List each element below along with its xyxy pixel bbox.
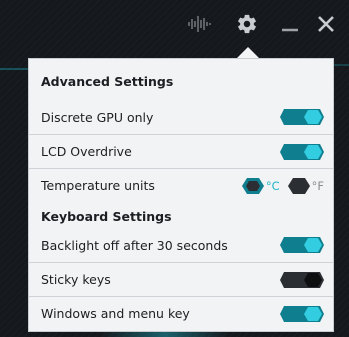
celsius-option[interactable]: °C [241, 177, 280, 194]
title-bar [0, 0, 349, 50]
windows-menu-key-toggle[interactable] [280, 305, 324, 322]
equalizer-icon[interactable] [185, 10, 213, 38]
lcd-overdrive-toggle[interactable] [280, 143, 324, 160]
advanced-settings-heading: Advanced Settings [41, 74, 174, 89]
backlight-off-row: Backlight off after 30 seconds [29, 228, 333, 262]
minimize-icon[interactable] [276, 10, 304, 38]
sticky-keys-row: Sticky keys [29, 262, 333, 296]
background-accent [0, 68, 30, 70]
row-label: LCD Overdrive [41, 144, 132, 159]
radio-unselected-icon [287, 177, 310, 194]
fahrenheit-option[interactable]: °F [287, 177, 324, 194]
fahrenheit-label: °F [311, 178, 324, 193]
discrete-gpu-toggle[interactable] [280, 109, 324, 125]
row-label: Discrete GPU only [41, 109, 154, 125]
keyboard-settings-heading: Keyboard Settings [41, 209, 172, 224]
discrete-gpu-row: Discrete GPU only [29, 100, 333, 134]
settings-popover: Advanced Settings Discrete GPU only LCD … [28, 58, 334, 332]
row-label: Backlight off after 30 seconds [41, 237, 228, 253]
radio-selected-icon [241, 177, 264, 194]
windows-menu-key-row: Windows and menu key [29, 296, 333, 330]
row-label: Temperature units [41, 178, 155, 193]
celsius-label: °C [265, 178, 280, 193]
row-label: Sticky keys [41, 272, 111, 287]
backlight-off-toggle[interactable] [280, 237, 324, 253]
row-label: Windows and menu key [41, 306, 190, 321]
lcd-overdrive-row: LCD Overdrive [29, 134, 333, 168]
close-icon[interactable] [312, 10, 340, 38]
temperature-unit-selector: °C °F [234, 177, 324, 194]
gear-icon[interactable] [233, 10, 261, 38]
sticky-keys-toggle[interactable] [280, 271, 324, 288]
temperature-units-row: Temperature units °C °F [29, 168, 333, 202]
